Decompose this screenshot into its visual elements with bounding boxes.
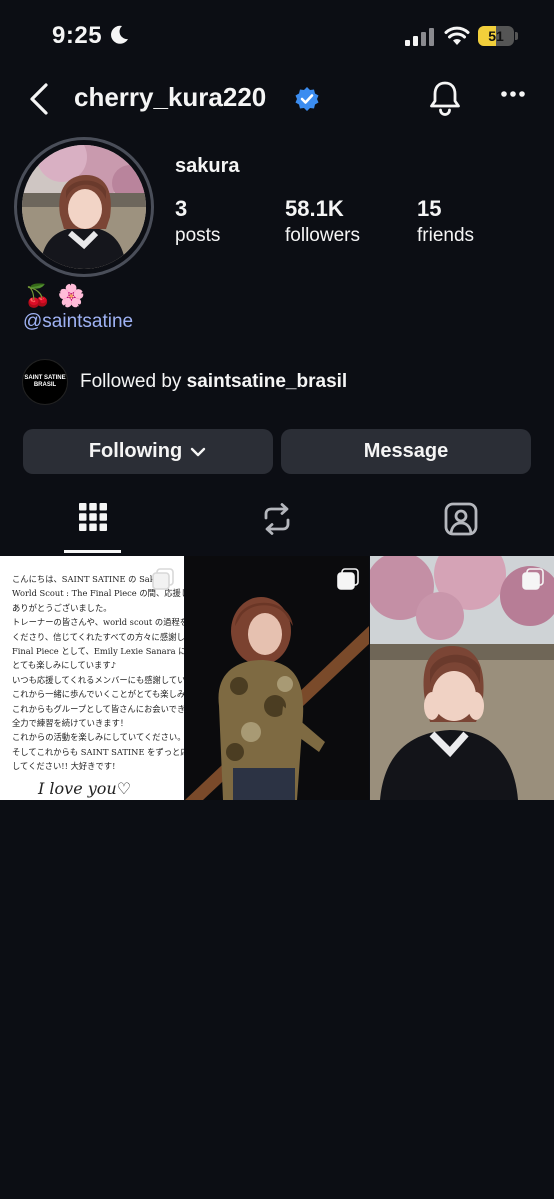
status-time: 9:25 [52,22,103,49]
moon-icon [111,25,128,44]
stat-friends[interactable]: 15 friends [417,196,474,247]
message-button-label: Message [363,440,449,462]
grid-icon[interactable] [78,502,108,532]
followed-by-avatar-text-2: BRASIL [33,382,57,388]
letter-signoff: I love you♡ [38,778,132,798]
stat-followers-value: 58.1K [285,196,344,221]
following-button[interactable]: Following [23,429,273,474]
active-tab-indicator [64,550,121,553]
bio-emoji: 🍒 🌸 [24,283,85,308]
profile-username: cherry_kura220 [74,82,267,112]
letter-line: トレーナーの皆さんや、world scout の過程を助けて [12,617,184,628]
stat-friends-value: 15 [417,196,442,221]
more-options-icon[interactable] [500,90,526,98]
stat-friends-label: friends [417,225,475,246]
followed-by-account[interactable]: saintsatine_brasil [187,371,348,392]
multiple-posts-icon [152,568,174,590]
battery-level: 51 [488,28,504,44]
bell-icon[interactable] [428,79,462,117]
letter-line: これから一緒に歩んでいくことがとても楽しみです。 [12,689,184,700]
stat-followers-label: followers [285,225,360,246]
post-tile-photo[interactable] [185,556,369,800]
following-button-label: Following [88,440,183,462]
battery-tip [515,32,518,40]
chevron-down-icon [190,447,206,456]
post-tile-letter[interactable]: こんにちは、SAINT SATINE の Sakura World Scout :… [0,556,184,800]
followed-by-avatar-text-1: SAINT SATINE [24,375,66,381]
letter-line: いつも応援してくれるメンバーにも感謝していますし、 [12,674,184,685]
letter-line: Final Piece として、Emily Lexie Sanara に参加でき… [12,646,184,657]
letter-line: とても楽しみにしています♪ [12,660,116,671]
letter-line: してください!! 大好きです! [12,761,116,772]
multiple-posts-icon [337,568,359,590]
followed-by-avatar[interactable]: SAINT SATINE BRASIL [22,359,68,405]
multiple-posts-icon [522,568,544,590]
bio-mention-link[interactable]: @saintsatine [23,311,133,333]
followed-by-text[interactable]: Followed by saintsatine_brasil [80,371,347,393]
tagged-icon[interactable] [444,502,478,536]
stat-followers[interactable]: 58.1K followers [285,196,360,247]
message-button[interactable]: Message [281,429,531,474]
back-chevron-icon[interactable] [26,82,54,116]
letter-line: ありがとうございました。 [12,602,112,613]
verified-badge-icon [295,87,319,111]
reposts-icon[interactable] [261,502,293,536]
post-tile-photo[interactable] [370,556,554,800]
stat-posts[interactable]: 3 posts [175,196,220,247]
wifi-icon [444,26,470,45]
letter-line: これからもグループとして皆さんにお会いできる日まで、 [12,703,184,714]
stat-posts-value: 3 [175,196,188,221]
stat-posts-label: posts [175,225,221,246]
letter-line: そしてこれからも SAINT SATINE をずっと応援 [12,746,184,757]
letter-line: くださり、信じてくれたすべての方々に感謝しています。 [12,631,184,642]
letter-text: こんにちは、SAINT SATINE の Sakura World Scout :… [12,572,184,774]
letter-line: 全力で練習を続けていきます！ [12,718,129,729]
display-name: sakura [175,155,240,177]
cellular-signal-icon [405,28,434,46]
profile-avatar[interactable] [22,145,146,269]
letter-line: これからの活動を楽しみにしていてください。 [12,732,184,743]
battery-icon: 51 [478,26,514,46]
followed-by-prefix: Followed by [80,371,187,392]
